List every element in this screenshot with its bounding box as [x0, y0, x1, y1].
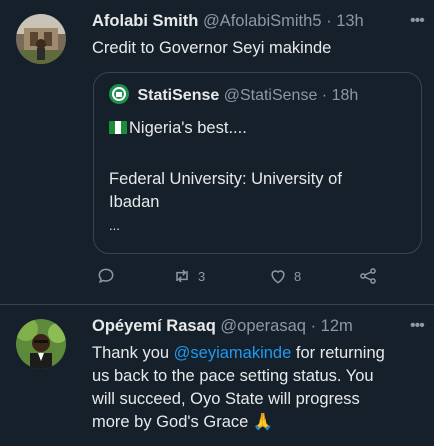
tweet-text-line-4: more by God's Grace 🙏 — [92, 413, 274, 431]
tweet-time[interactable]: 12m — [321, 317, 353, 335]
tweet-time[interactable]: 13h — [336, 12, 364, 30]
tweet-text-line-2: us back to the pace setting status. You — [92, 367, 374, 385]
quote-author-handle[interactable]: @StatiSense — [224, 87, 318, 104]
author-handle[interactable]: @AfolabiSmith5 — [203, 12, 322, 30]
author-name[interactable]: Opéyemí Rasaq — [92, 317, 216, 335]
reply-button[interactable] — [96, 266, 116, 286]
avatar-afolabi[interactable] — [16, 14, 66, 64]
more-options-icon[interactable]: ••• — [410, 12, 425, 30]
quote-time[interactable]: 18h — [332, 87, 359, 104]
tweet-header: Opéyemí Rasaq @operasaq · 12m — [92, 317, 353, 336]
retweet-button[interactable]: 3 — [172, 266, 205, 286]
quoted-tweet[interactable]: StatiSense @StatiSense · 18h Nigeria's b… — [93, 72, 422, 254]
quote-text-line-1: Nigeria's best.... — [109, 117, 247, 140]
tweet-header: Afolabi Smith @AfolabiSmith5 · 13h — [92, 12, 364, 31]
retweet-count: 3 — [198, 268, 206, 284]
nigeria-flag-icon — [109, 121, 127, 134]
heart-icon — [271, 270, 285, 284]
tweet-text: Credit to Governor Seyi makinde — [92, 39, 332, 57]
tweet-opeyemi[interactable]: Opéyemí Rasaq @operasaq · 12m ••• Thank … — [0, 305, 434, 446]
tweet-text-line-1: Thank you @seyiamakinde for returning — [92, 344, 385, 362]
separator-dot: · — [310, 317, 317, 335]
separator-dot: · — [326, 12, 332, 30]
separator-dot: · — [321, 87, 328, 104]
reply-icon — [98, 268, 114, 284]
author-name[interactable]: Afolabi Smith — [92, 12, 198, 30]
quote-text-line-3: Ibadan — [109, 193, 160, 211]
avatar-opeyemi[interactable] — [16, 319, 66, 369]
quote-author-name[interactable]: StatiSense — [137, 87, 219, 104]
like-count: 8 — [294, 268, 302, 284]
more-options-icon[interactable]: ••• — [410, 317, 425, 335]
quote-text-line-4: ... — [109, 218, 120, 233]
tweet-afolabi[interactable]: Afolabi Smith @AfolabiSmith5 · 13h ••• C… — [0, 0, 434, 300]
author-handle[interactable]: @operasaq — [220, 317, 306, 335]
share-button[interactable] — [358, 266, 378, 286]
like-button[interactable]: 8 — [268, 266, 301, 286]
quote-header: StatiSense @StatiSense · 18h — [109, 84, 358, 105]
retweet-icon — [176, 269, 188, 283]
tweet-actions: 3 8 — [92, 266, 422, 290]
tweet-text-line-3: will succeed, Oyo State will progress — [92, 390, 360, 408]
quote-text-line-2: Federal University: University of — [109, 170, 342, 188]
mention-link[interactable]: @seyiamakinde — [174, 344, 292, 362]
share-icon — [360, 268, 376, 284]
statisense-avatar-icon — [109, 84, 129, 104]
